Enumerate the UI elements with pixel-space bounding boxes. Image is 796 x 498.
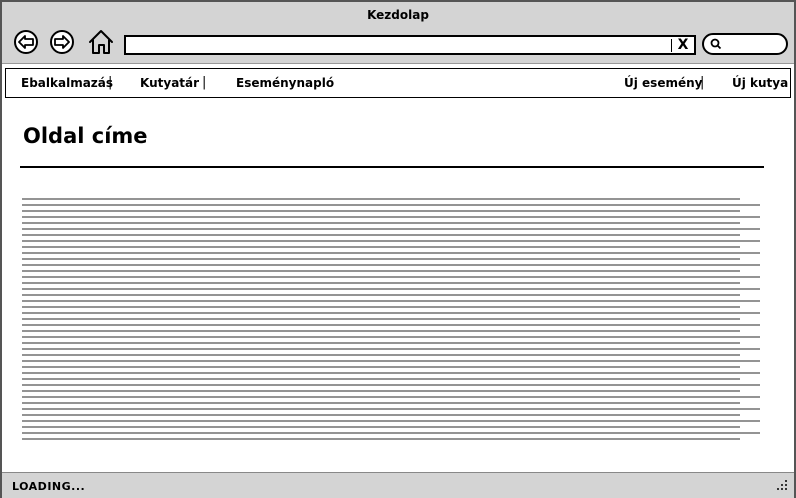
- clear-divider: [671, 39, 672, 52]
- home-icon: [89, 30, 113, 54]
- menu-bar: Ebalkalmazás | Kutyatár | Eseménynapló Ú…: [5, 68, 791, 98]
- window-title: Kezdolap: [367, 8, 429, 22]
- back-button[interactable]: [14, 30, 38, 54]
- browser-window: Kezdolap X Ebalkalmazás | Kutyatár | Ese…: [0, 0, 796, 498]
- clear-button[interactable]: X: [675, 37, 691, 53]
- menu-item-uj-esemeny[interactable]: Új esemény: [624, 76, 702, 90]
- resize-grip-icon[interactable]: [776, 479, 788, 491]
- menu-separator: |: [700, 75, 705, 90]
- menu-item-ebalkalmazas[interactable]: Ebalkalmazás: [21, 76, 113, 90]
- status-bar: LOADING...: [2, 472, 794, 498]
- search-input[interactable]: [702, 33, 788, 55]
- search-icon: [710, 38, 722, 50]
- status-text: LOADING...: [12, 480, 86, 493]
- forward-button[interactable]: [50, 30, 74, 54]
- address-bar[interactable]: X: [124, 35, 696, 55]
- forward-arrow-icon: [54, 35, 70, 49]
- home-button[interactable]: [88, 28, 114, 56]
- menu-separator: |: [202, 75, 207, 90]
- title-divider: [20, 166, 764, 168]
- back-arrow-icon: [18, 35, 34, 49]
- menu-item-kutyatar[interactable]: Kutyatár: [140, 76, 199, 90]
- menu-item-esemenynaplo[interactable]: Eseménynapló: [236, 76, 334, 90]
- browser-chrome: Kezdolap X: [2, 2, 794, 64]
- page-title: Oldal címe: [23, 124, 148, 148]
- menu-separator: |: [108, 75, 113, 90]
- menu-item-uj-kutya[interactable]: Új kutya: [732, 76, 788, 90]
- placeholder-text-block: [22, 198, 760, 440]
